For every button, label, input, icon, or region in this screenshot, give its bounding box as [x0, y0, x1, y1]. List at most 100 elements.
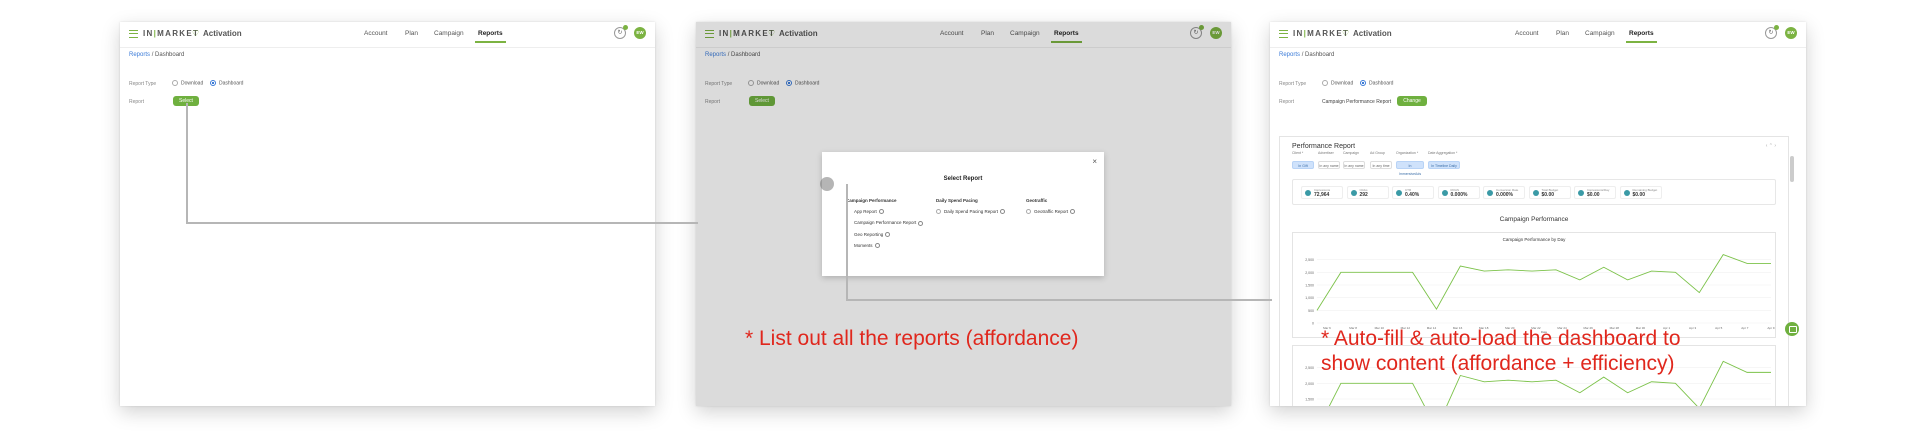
card-controls[interactable]: ‹ ⌃ › [1766, 143, 1776, 149]
x-tick-label: Apr 9 [1767, 326, 1775, 330]
filter-chip[interactable]: In Timeline Daily [1428, 161, 1460, 169]
filter-label: Campaign [1343, 151, 1359, 155]
radio-download[interactable]: Download [172, 80, 203, 86]
chat-icon[interactable] [1785, 322, 1799, 336]
metric-card: Impressions 72,964 [1301, 186, 1343, 199]
metric-card: Impressions/Day $0.00 [1574, 186, 1616, 199]
product-name: Activation [203, 29, 242, 38]
radio-dashboard[interactable]: Dashboard [1360, 80, 1393, 86]
filter-chip[interactable]: In any name [1343, 161, 1365, 169]
metric-icon [1441, 190, 1448, 196]
breadcrumb-reports-link[interactable]: Reports [129, 52, 150, 58]
y-tick-label: 2,000 [1305, 382, 1314, 386]
report-label: Report [129, 99, 145, 105]
line-chart: 05001,0001,5002,0002,500Mar 6 Mar 8 Mar 10… [1305, 254, 1775, 334]
metric-value: 292 [1359, 192, 1368, 198]
radio-dashboard[interactable]: Dashboard [210, 80, 243, 86]
connector-line-2 [846, 184, 1272, 301]
close-icon[interactable]: × [1092, 157, 1097, 166]
radio-download[interactable]: Download [1322, 80, 1353, 86]
nav-campaign[interactable]: Campaign [434, 30, 464, 37]
y-tick-label: 500 [1308, 309, 1314, 313]
modal-title: Select Report [943, 176, 983, 182]
avatar[interactable]: EW [634, 27, 646, 39]
metric-card: Conversion Rate 0.000% [1483, 186, 1525, 199]
breadcrumb: Reports / Dashboard [1279, 52, 1335, 58]
stage: IN|MARKET ♡ Activation Account Plan Camp… [0, 0, 1920, 432]
change-report-button[interactable]: Change [1397, 96, 1427, 106]
y-tick-label: 0 [1312, 322, 1314, 326]
selected-report-name: Campaign Performance Report [1322, 99, 1392, 105]
activation-leaf-icon: ♡ [192, 29, 200, 38]
annotation-auto-fill: * Auto-fill & auto-load the dashboard to… [1321, 327, 1681, 375]
metric-icon [1578, 190, 1584, 196]
card-title: Performance Report [1292, 143, 1356, 150]
metric-value: 0.40% [1405, 192, 1420, 198]
filter-chip[interactable]: In ImmersiveAds [1396, 161, 1424, 176]
metric-card: Remaining Budget $0.00 [1619, 186, 1662, 199]
filter-label: Advertiser [1318, 151, 1334, 155]
notification-bell-icon[interactable]: ↻ [614, 25, 628, 39]
report-label: Report [1279, 99, 1295, 105]
metric-icon [1532, 190, 1539, 196]
nav-plan[interactable]: Plan [1556, 30, 1569, 37]
nav-account[interactable]: Account [1515, 30, 1539, 37]
nav-reports[interactable]: Reports [475, 30, 506, 43]
metric-icon [1396, 190, 1402, 196]
breadcrumb-current: Dashboard [1305, 52, 1335, 58]
avatar[interactable]: EW [1785, 27, 1797, 39]
filter-chip[interactable]: In any name [1318, 161, 1340, 169]
top-navbar: IN|MARKET ♡ Activation Account Plan Camp… [120, 22, 655, 48]
metric-card: Total Budget $0.00 [1528, 186, 1571, 199]
metric-icon [1305, 190, 1311, 196]
filter-chip[interactable]: In Gift [1292, 161, 1314, 169]
hamburger-menu-icon[interactable] [129, 30, 138, 38]
x-tick-label: Apr 5 [1715, 326, 1723, 330]
brand-logo[interactable]: IN|MARKET [1293, 29, 1349, 38]
y-tick-label: 1,500 [1305, 284, 1314, 288]
hamburger-menu-icon[interactable] [1279, 30, 1288, 38]
chart-container: Campaign Performance by Day 0 500 1,000 1,5… [1292, 232, 1776, 338]
filter-label: Ad Group [1370, 151, 1385, 155]
y-tick-label: 2,000 [1305, 271, 1314, 275]
notification-bell-icon[interactable]: ↻ [1765, 25, 1779, 39]
brand-logo[interactable]: IN|MARKET [143, 29, 199, 38]
click-indicator [820, 177, 834, 191]
metrics-row: Impressions 72,964 Clicks 292 CTR 0.40% ROAS 0.… [1292, 179, 1776, 205]
metric-value: $0.00 [1541, 192, 1555, 198]
product-name: Activation [1353, 29, 1392, 38]
breadcrumb-reports-link[interactable]: Reports [1279, 52, 1300, 58]
chart-section-title: Campaign Performance [1499, 216, 1569, 223]
nav-reports[interactable]: Reports [1626, 30, 1657, 43]
annotation-list-reports: * List out all the reports (affordance) [745, 327, 1079, 350]
metric-value: 0.000% [1496, 192, 1513, 198]
nav-account[interactable]: Account [364, 30, 388, 37]
metric-value: $0.00 [1587, 192, 1600, 198]
metric-card: ROAS 0.000% [1437, 186, 1480, 199]
filter-chip[interactable]: In any time [1370, 161, 1392, 169]
report-type-label: Report Type [129, 81, 157, 87]
series-line [1316, 254, 1771, 311]
report-type-label: Report Type [1279, 81, 1307, 87]
scrollbar[interactable] [1790, 156, 1794, 182]
breadcrumb: Reports / Dashboard [129, 52, 185, 58]
metric-icon [1623, 190, 1630, 196]
metric-icon [1487, 190, 1493, 196]
activation-leaf-icon: ♡ [1342, 29, 1350, 38]
nav-campaign[interactable]: Campaign [1585, 30, 1615, 37]
y-tick-label: 2,500 [1305, 366, 1314, 370]
metric-value: 72,964 [1314, 192, 1330, 198]
y-tick-label: 1,500 [1305, 398, 1314, 402]
filter-label: Client * [1292, 151, 1304, 155]
metric-card: Clicks 292 [1346, 186, 1389, 199]
top-navbar: IN|MARKET ♡ Activation Account Plan Camp… [1270, 22, 1806, 48]
metric-card: CTR 0.40% [1392, 186, 1434, 199]
filter-label: Date Aggregation * [1428, 151, 1458, 155]
metric-value: $0.00 [1632, 192, 1646, 198]
breadcrumb-current: Dashboard [155, 52, 185, 58]
x-tick-label: Apr 3 [1689, 326, 1697, 330]
metric-icon [1350, 190, 1357, 196]
nav-plan[interactable]: Plan [405, 30, 418, 37]
connector-line-1 [186, 103, 698, 224]
x-tick-label: Apr 7 [1741, 326, 1749, 330]
